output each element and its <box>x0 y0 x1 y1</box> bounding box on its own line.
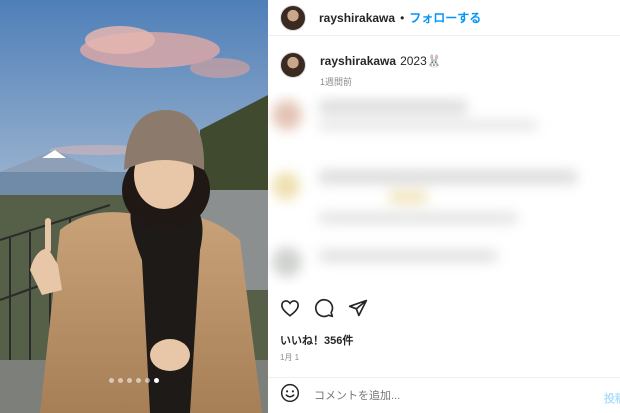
caption-username[interactable]: rayshirakawa <box>320 54 396 68</box>
header-username[interactable]: rayshirakawa <box>319 11 395 25</box>
post-date: 1月 1 <box>280 353 300 362</box>
caption-text: 2023🐰 <box>400 54 442 68</box>
carousel-dot[interactable] <box>118 378 123 383</box>
comment-bar: 投稿 <box>268 377 620 413</box>
carousel-dot[interactable] <box>127 378 132 383</box>
post-caption: rayshirakawa 2023🐰 1週間前 <box>280 52 442 88</box>
carousel-indicator <box>0 378 268 383</box>
paper-plane-icon[interactable] <box>348 298 368 318</box>
caption-timestamp: 1週間前 <box>320 77 353 87</box>
comment-icon[interactable] <box>314 298 334 318</box>
post-details-panel: rayshirakawa • フォローする rayshirakawa 2023🐰 … <box>268 0 620 413</box>
comment-input[interactable] <box>314 389 584 402</box>
smiley-icon[interactable] <box>280 383 300 408</box>
carousel-dot-active[interactable] <box>154 378 159 383</box>
post-actions <box>280 298 368 318</box>
carousel-dot[interactable] <box>109 378 114 383</box>
post-photo[interactable] <box>0 0 268 413</box>
avatar[interactable] <box>280 4 306 31</box>
heart-icon[interactable] <box>280 299 300 317</box>
photo-illustration <box>0 0 268 413</box>
header-separator: • <box>400 10 405 25</box>
blurred-comments <box>268 92 620 286</box>
caption-avatar[interactable] <box>280 52 306 78</box>
carousel-dot[interactable] <box>145 378 150 383</box>
carousel-dot[interactable] <box>136 378 141 383</box>
post-comment-button[interactable]: 投稿 <box>604 390 620 406</box>
follow-button[interactable]: フォローする <box>409 9 481 26</box>
like-count[interactable]: いいね！356件 <box>280 332 353 348</box>
post-header: rayshirakawa • フォローする <box>268 0 620 36</box>
